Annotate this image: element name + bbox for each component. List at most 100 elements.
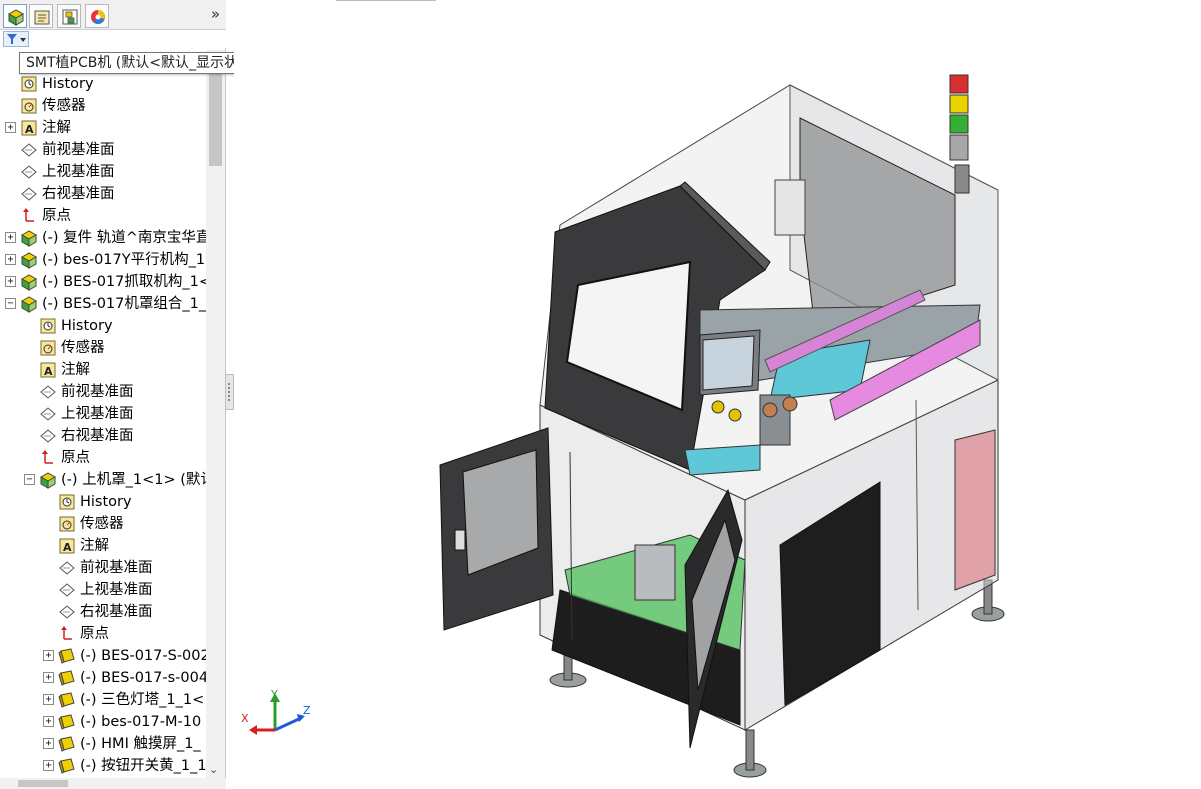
tree-horizontal-scrollbar[interactable] [0,778,226,789]
tree-node[interactable]: + (-) BES-017抓取机构_1< [0,271,206,293]
expand-icon[interactable]: + [43,738,54,749]
collapse-icon[interactable]: − [5,298,16,309]
tree-node-label: History [80,494,132,510]
tree-node[interactable]: A 注解 [0,535,206,557]
tree-node-label: History [61,318,113,334]
plane-icon [20,141,38,159]
plane-icon [58,603,76,621]
scrollbar-thumb-horizontal[interactable] [18,780,68,787]
expand-icon[interactable]: + [43,716,54,727]
graphics-viewport[interactable]: X Y Z [234,0,1201,789]
tree-node[interactable]: + (-) 三色灯塔_1_1< [0,689,206,711]
tree-node-label: (-) BES-017机罩组合_1_ [42,296,206,312]
machine-3d-model [439,74,1005,778]
feature-manager-panel: » History 传感器 + A 注解 前视基准面 上视基准面 右视基准面 原点 + (-) 复件… [0,0,226,789]
part-icon [58,647,76,665]
scroll-down-icon[interactable]: ⌄ [209,763,218,776]
panel-expand-button[interactable]: » [211,5,220,23]
feature-tree: History 传感器 + A 注解 前视基准面 上视基准面 右视基准面 原点 + (-) 复件 轨… [0,50,206,780]
panel-tab-bar: » [0,0,226,30]
part-icon [58,691,76,709]
expand-icon[interactable]: + [43,694,54,705]
tab-propertymanager[interactable] [29,4,53,28]
tree-node[interactable]: + (-) HMI 触摸屏_1_ [0,733,206,755]
tree-node[interactable]: 右视基准面 [0,601,206,623]
tree-node[interactable]: + (-) bes-017-M-10 [0,711,206,733]
filter-icon [7,34,26,44]
tree-node[interactable]: 右视基准面 [0,425,206,447]
expand-icon[interactable]: + [5,232,16,243]
tree-vertical-scrollbar[interactable]: ⌄ [206,50,225,778]
tree-node[interactable]: + (-) 复件 轨道^南京宝华直 [0,227,206,249]
tab-displaymanager[interactable] [85,4,109,28]
tree-node-label: 原点 [80,626,109,642]
tree-node[interactable]: + (-) BES-017-S-002 [0,645,206,667]
tree-node-label: 传感器 [42,98,86,114]
tab-featuremanager[interactable] [3,4,27,28]
tree-node[interactable]: 上视基准面 [0,579,206,601]
panel-splitter-handle[interactable] [225,374,234,410]
expand-icon[interactable]: + [5,122,16,133]
tree-node-label: 右视基准面 [42,186,115,202]
part-icon [58,757,76,775]
tree-node[interactable]: 原点 [0,205,206,227]
plane-icon [58,581,76,599]
tree-node[interactable]: + (-) BES-017-s-004 [0,667,206,689]
tree-node-label: (-) bes-017Y平行机构_1 [42,252,206,268]
tree-node[interactable]: − (-) 上机罩_1<1> (默认 [0,469,206,491]
tree-node[interactable]: + (-) bes-017Y平行机构_1 [0,249,206,271]
tree-node[interactable]: + A 注解 [0,117,206,139]
tree-node[interactable]: History [0,491,206,513]
configuration-manager-icon [62,9,78,25]
collapse-icon[interactable]: − [24,474,35,485]
expand-icon[interactable]: + [43,760,54,771]
scrollbar-thumb[interactable] [209,66,222,166]
part-icon [58,713,76,731]
tree-node-label: (-) 三色灯塔_1_1< [80,692,205,708]
origin-icon [39,449,57,467]
filter-button[interactable] [3,31,29,47]
plane-icon [20,185,38,203]
tree-node[interactable]: A 注解 [0,359,206,381]
tree-node[interactable]: 前视基准面 [0,139,206,161]
tree-node[interactable]: 右视基准面 [0,183,206,205]
tree-node[interactable]: 传感器 [0,513,206,535]
triad-y-label: Y [270,690,278,701]
tab-configurationmanager[interactable] [57,4,81,28]
tree-node[interactable]: 上视基准面 [0,161,206,183]
sensor-icon [58,515,76,533]
svg-text:A: A [44,365,53,378]
tree-node[interactable]: + (-) 按钮开关黄_1_1 [0,755,206,777]
tree-node[interactable]: − (-) BES-017机罩组合_1_ [0,293,206,315]
triad-x-label: X [241,712,249,725]
tree-node-label: (-) bes-017-M-10 [80,714,202,730]
tree-node[interactable]: History [0,315,206,337]
expand-icon[interactable]: + [43,672,54,683]
feature-tree-icon [7,9,25,26]
tree-node[interactable]: 传感器 [0,337,206,359]
expand-icon[interactable]: + [5,276,16,287]
plane-icon [39,383,57,401]
annotation-icon: A [20,119,38,137]
tree-node-label: 原点 [61,450,90,466]
tree-node[interactable]: 前视基准面 [0,381,206,403]
tree-node-label: 上视基准面 [42,164,115,180]
tree-node-label: 右视基准面 [61,428,134,444]
tree-node[interactable]: 上视基准面 [0,403,206,425]
annotation-icon: A [58,537,76,555]
component-icon [20,295,38,313]
tree-node[interactable]: History [0,73,206,95]
tree-node-label: 注解 [42,120,71,136]
annotation-icon: A [39,361,57,379]
tree-node[interactable]: 传感器 [0,95,206,117]
history-icon [20,75,38,93]
tree-node[interactable]: 原点 [0,623,206,645]
tree-node-label: (-) 上机罩_1<1> (默认 [61,472,206,488]
tree-node[interactable]: 原点 [0,447,206,469]
component-icon [39,471,57,489]
origin-icon [20,207,38,225]
expand-icon[interactable]: + [43,650,54,661]
expand-icon[interactable]: + [5,254,16,265]
tree-node[interactable]: 前视基准面 [0,557,206,579]
component-icon [20,251,38,269]
